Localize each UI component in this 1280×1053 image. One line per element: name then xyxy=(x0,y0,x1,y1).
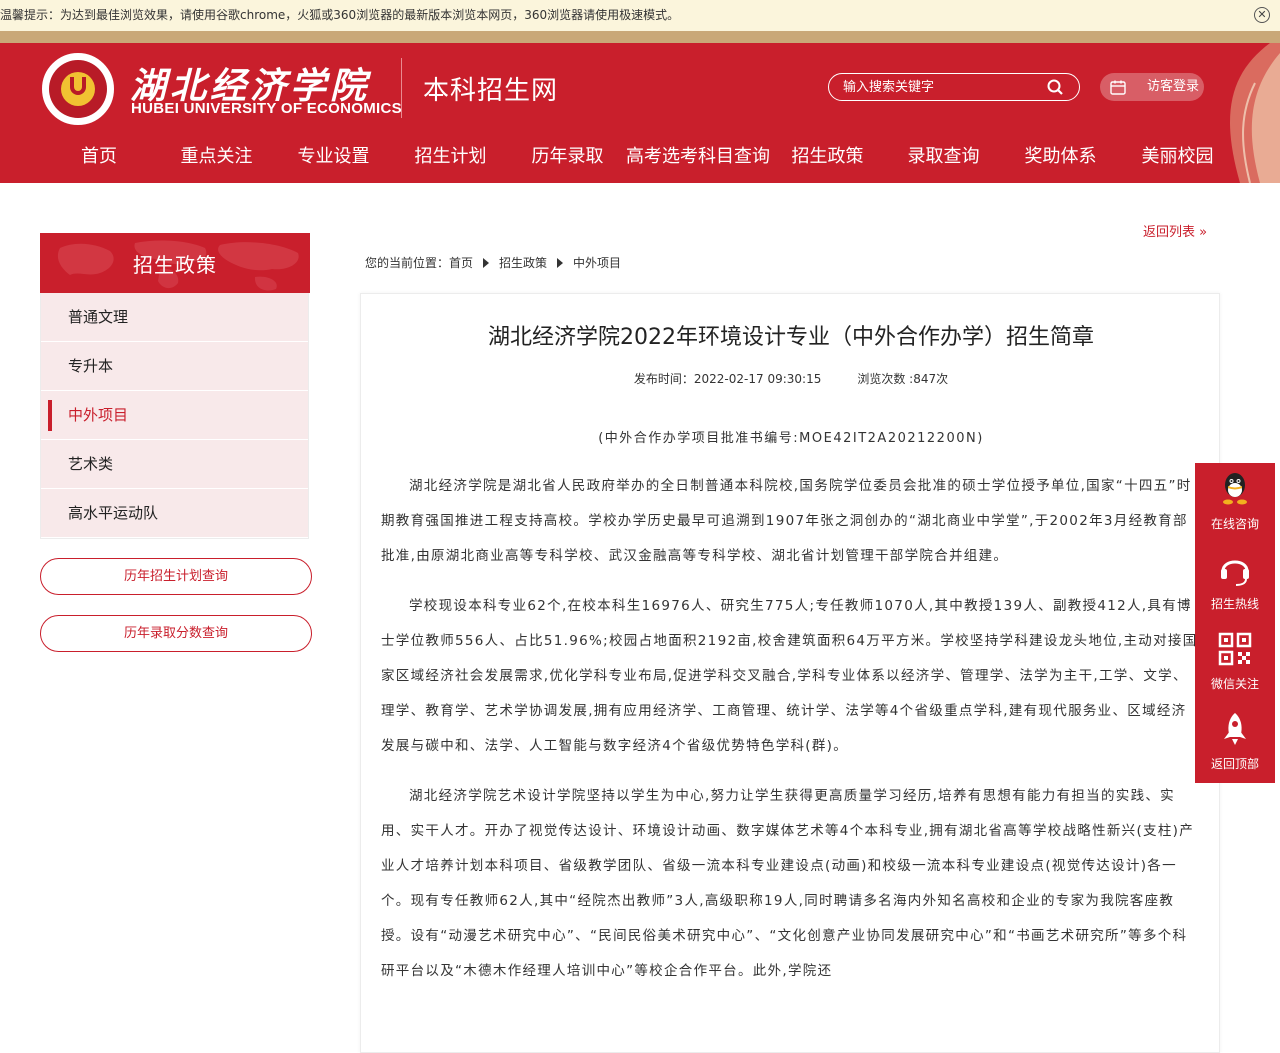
breadcrumb-link-current[interactable]: 中外项目 xyxy=(573,256,621,270)
approval-number: (中外合作办学项目批准书编号:MOE42IT2A20212200N) xyxy=(598,431,984,446)
float-label: 返回顶部 xyxy=(1210,757,1259,771)
hotline-button[interactable]: 招生热线 xyxy=(1195,543,1275,623)
qr-code-icon xyxy=(1218,632,1252,666)
site-name: 本科招生网 xyxy=(423,76,559,106)
score-query-button[interactable]: 历年录取分数查询 xyxy=(40,615,312,652)
float-label: 招生热线 xyxy=(1210,597,1259,611)
article-paragraph: 湖北经济学院艺术设计学院坚持以学生为中心,努力让学生获得更高质量学习经历,培养有… xyxy=(381,788,1195,979)
notice-bar: 温馨提示：为达到最佳浏览效果，请使用谷歌chrome，火狐或360浏览器的最新版… xyxy=(0,0,1280,31)
nav-item-focus[interactable]: 重点关注 xyxy=(158,143,275,175)
close-icon[interactable]: ✕ xyxy=(1254,7,1270,23)
headset-icon xyxy=(1221,560,1249,586)
back-to-list-link[interactable]: 返回列表 » xyxy=(1143,221,1207,240)
floating-service-bar: 在线咨询 招生热线 微信关注 返回顶部 xyxy=(1195,463,1275,783)
logo-english-name: HUBEI UNIVERSITY OF ECONOMICS xyxy=(131,100,402,117)
sidebar-item-sino-foreign[interactable]: 中外项目 xyxy=(41,391,308,440)
sidebar-header: 招生政策 xyxy=(40,233,310,293)
breadcrumb-link-home[interactable]: 首页 xyxy=(449,256,473,270)
float-label: 微信关注 xyxy=(1210,677,1259,691)
breadcrumb-prefix: 您的当前位置： xyxy=(365,256,450,270)
publish-time: 发布时间：2022-02-17 09:30:15 xyxy=(633,372,822,386)
online-consult-button[interactable]: 在线咨询 xyxy=(1195,463,1275,543)
nav-item-subject-query[interactable]: 高考选考科目查询 xyxy=(626,143,770,175)
site-header: 湖北经济学院 HUBEI UNIVERSITY OF ECONOMICS 本科招… xyxy=(0,43,1280,183)
rocket-icon xyxy=(1224,713,1246,745)
caret-right-icon xyxy=(483,258,490,268)
article-body: 湖北经济学院是湖北省人民政府举办的全日制普通本科院校,国务院学位委员会批准的硕士… xyxy=(381,469,1201,1004)
nav-item-majors[interactable]: 专业设置 xyxy=(275,143,392,175)
caret-right-icon xyxy=(557,258,564,268)
article-title: 湖北经济学院2022年环境设计专业（中外合作办学）招生简章 xyxy=(488,325,1094,350)
breadcrumb: 您的当前位置：首页 招生政策 中外项目 xyxy=(365,255,621,271)
nav-item-home[interactable]: 首页 xyxy=(40,143,158,175)
article-meta: 发布时间：2022-02-17 09:30:15 浏览次数 :847次 xyxy=(361,370,1221,387)
wechat-follow-button[interactable]: 微信关注 xyxy=(1195,623,1275,703)
qq-icon xyxy=(1223,473,1247,505)
login-label: 访客登录 xyxy=(1147,79,1200,94)
sidebar-menu: 普通文理 专升本 中外项目 艺术类 高水平运动队 xyxy=(40,293,309,539)
back-to-top-button[interactable]: 返回顶部 xyxy=(1195,703,1275,783)
search-input[interactable] xyxy=(843,78,1043,96)
search-box xyxy=(828,73,1080,101)
search-icon[interactable] xyxy=(1047,79,1063,95)
logo-divider xyxy=(401,58,402,118)
float-label: 在线咨询 xyxy=(1210,517,1259,531)
gold-strip xyxy=(0,31,1280,43)
nav-item-admission-query[interactable]: 录取查询 xyxy=(885,143,1002,175)
notice-text: 温馨提示：为达到最佳浏览效果，请使用谷歌chrome，火狐或360浏览器的最新版… xyxy=(0,8,680,22)
sidebar-item-art[interactable]: 艺术类 xyxy=(41,440,308,489)
nav-item-campus[interactable]: 美丽校园 xyxy=(1119,143,1236,175)
visitor-login-button[interactable]: 访客登录 xyxy=(1100,73,1204,101)
main-nav: 首页 重点关注 专业设置 招生计划 历年录取 高考选考科目查询 招生政策 录取查… xyxy=(40,143,1240,175)
nav-item-history[interactable]: 历年录取 xyxy=(509,143,626,175)
article-paragraph: 学校现设本科专业62个,在校本科生16976人、研究生775人;专任教师1070… xyxy=(381,598,1198,754)
plan-query-button[interactable]: 历年招生计划查询 xyxy=(40,558,312,595)
view-count: 浏览次数 :847次 xyxy=(857,372,949,386)
article-paragraph: 湖北经济学院是湖北省人民政府举办的全日制普通本科院校,国务院学位委员会批准的硕士… xyxy=(381,478,1192,564)
nav-item-scholarship[interactable]: 奖助体系 xyxy=(1002,143,1119,175)
sidebar-item-sports[interactable]: 高水平运动队 xyxy=(41,489,308,538)
sidebar-item-general[interactable]: 普通文理 xyxy=(41,293,308,342)
university-seal-logo[interactable] xyxy=(42,53,114,125)
breadcrumb-link-policy[interactable]: 招生政策 xyxy=(499,256,547,270)
article-panel: 湖北经济学院2022年环境设计专业（中外合作办学）招生简章 发布时间：2022-… xyxy=(360,293,1220,1053)
nav-item-plan[interactable]: 招生计划 xyxy=(392,143,509,175)
sidebar-item-upgrade[interactable]: 专升本 xyxy=(41,342,308,391)
nav-item-policy[interactable]: 招生政策 xyxy=(770,143,885,175)
sidebar-title: 招生政策 xyxy=(133,253,217,277)
calendar-icon xyxy=(1110,80,1126,95)
